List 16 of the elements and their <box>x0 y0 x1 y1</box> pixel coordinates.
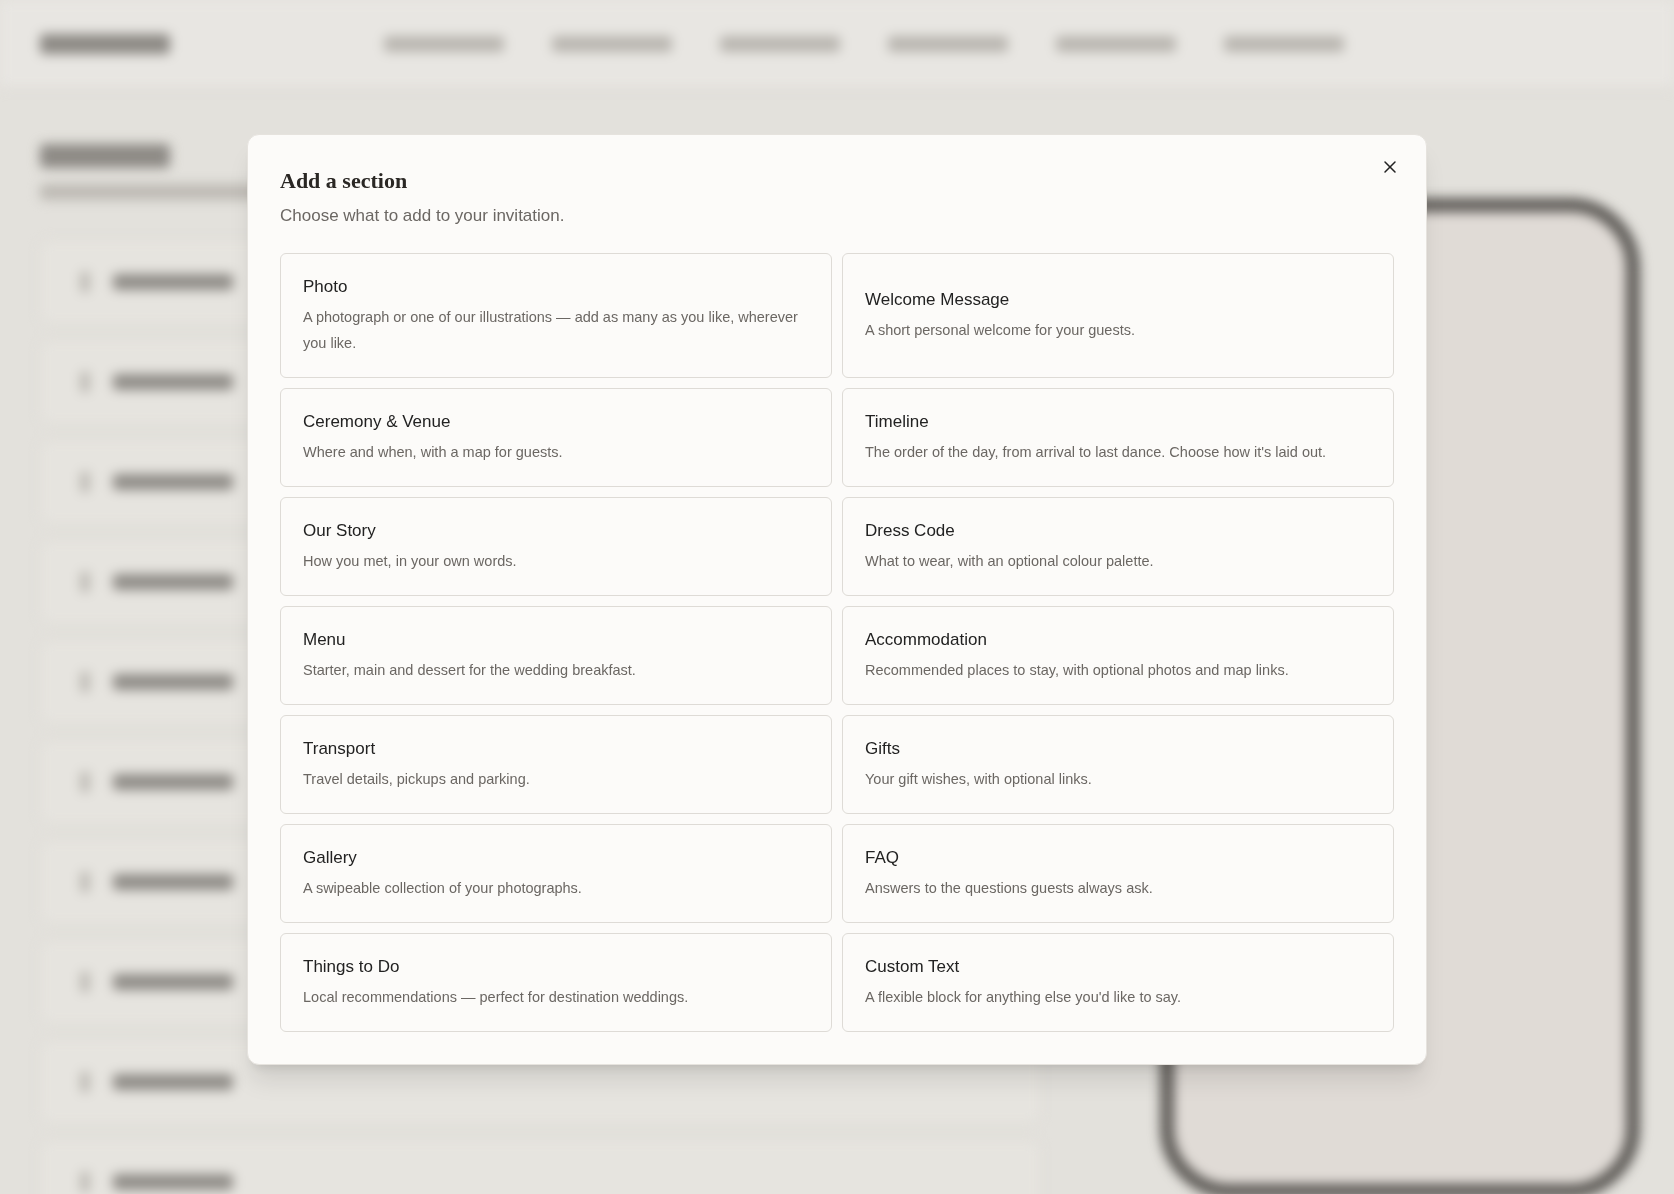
section-option[interactable]: Ceremony & Venue Where and when, with a map for guests. <box>280 387 832 487</box>
section-option[interactable]: Custom Text A flexible block for anything else you'd like to say. <box>842 932 1394 1032</box>
dialog-subtitle: Choose what to add to your invitation. <box>280 205 566 227</box>
section-option[interactable]: Dress Code What to wear, with an optional colour palette. <box>842 496 1394 596</box>
section-option[interactable]: Photo A photograph or one of our illustrations — add as many as you like, wherever you like. <box>280 252 832 378</box>
section-option[interactable]: Our Story How you met, in your own words. <box>280 496 832 596</box>
section-option[interactable]: FAQ Answers to the questions guests always ask. <box>842 823 1394 923</box>
section-option[interactable]: Gallery A swipeable collection of your photographs. <box>280 823 832 923</box>
dialog-title: Add a section <box>280 167 409 195</box>
section-option[interactable]: Gifts Your gift wishes, with optional links. <box>842 714 1394 814</box>
section-option[interactable]: Menu Starter, main and dessert for the wedding breakfast. <box>280 605 832 705</box>
section-option[interactable]: Welcome Message A short personal welcome for your guests. <box>842 252 1394 378</box>
section-option[interactable]: Timeline The order of the day, from arrival to last dance. Choose how it's laid out. <box>842 387 1394 487</box>
section-option[interactable]: Transport Travel details, pickups and parking. <box>280 714 832 814</box>
section-option[interactable]: Things to Do Local recommendations — perfect for destination weddings. <box>280 932 832 1032</box>
section-option[interactable]: Accommodation Recommended places to stay, with optional photos and map links. <box>842 605 1394 705</box>
